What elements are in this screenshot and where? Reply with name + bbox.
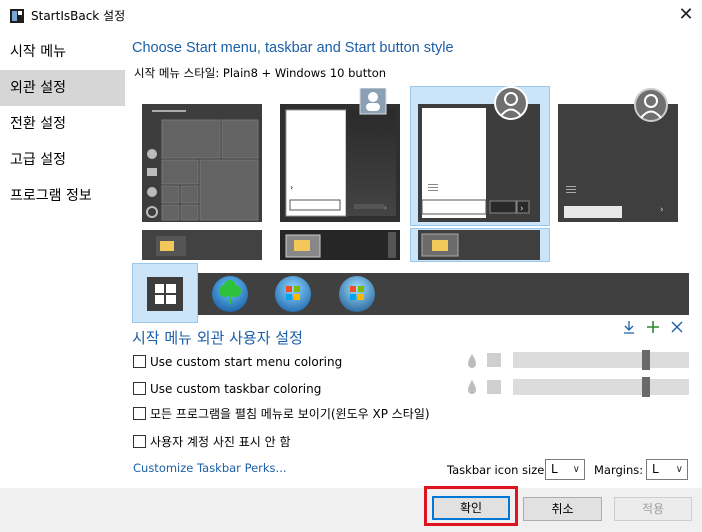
taskbar-preview-windows10[interactable] (142, 230, 262, 260)
style-label: 시작 메뉴 스타일: (134, 66, 220, 80)
style-value: Plain8 + Windows 10 button (222, 66, 387, 80)
svg-text:›: › (520, 204, 524, 214)
windows10-style-preview (142, 104, 262, 222)
sidebar-item-about[interactable]: 프로그램 정보 (0, 178, 125, 214)
slider-thumb[interactable] (642, 377, 650, 397)
slider-thumb[interactable] (642, 350, 650, 370)
select-value: L (652, 462, 659, 476)
margins-label: Margins: (594, 463, 644, 477)
checkbox[interactable] (133, 407, 146, 420)
taskbar-icon-size-select[interactable]: L ∨ (545, 459, 585, 480)
user-avatar-icon (494, 86, 528, 120)
svg-text:›: › (660, 205, 664, 215)
chevron-down-icon: ∨ (675, 464, 683, 475)
option-custom-start-coloring[interactable]: Use custom start menu coloring (133, 354, 342, 372)
windows7-orb-alt-icon[interactable] (339, 276, 375, 312)
option-label: Use custom taskbar coloring (150, 382, 322, 396)
svg-text:›: › (290, 183, 293, 192)
option-hide-user-picture[interactable]: 사용자 계정 사진 표시 안 함 (133, 434, 291, 452)
taskbar-preview-windows7[interactable] (280, 230, 400, 260)
highlight-box (424, 486, 518, 526)
add-icon[interactable] (646, 320, 660, 338)
plain8-style-preview: › (418, 104, 540, 222)
sidebar-item-advanced[interactable]: 고급 설정 (0, 142, 125, 178)
option-custom-taskbar-coloring[interactable]: Use custom taskbar coloring (133, 381, 321, 399)
style-label-row: 시작 메뉴 스타일: Plain8 + Windows 10 button (134, 65, 386, 81)
taskbar-color-swatch[interactable] (487, 380, 501, 394)
appearance-heading: 시작 메뉴 외관 사용자 설정 (132, 329, 303, 347)
checkbox[interactable] (133, 435, 146, 448)
apply-button[interactable]: 적용 (614, 497, 692, 521)
clover-orb-icon[interactable] (212, 276, 248, 312)
style-option-windows10[interactable] (142, 104, 262, 222)
taskbar-icon-size-label: Taskbar icon size: (447, 463, 549, 477)
taskbar-preview-plain8[interactable] (418, 230, 540, 260)
sidebar-item-switching[interactable]: 전환 설정 (0, 106, 125, 142)
option-label: 사용자 계정 사진 표시 안 함 (150, 435, 291, 449)
taskbar-opacity-slider[interactable] (513, 379, 689, 395)
download-icon[interactable] (622, 320, 636, 338)
sidebar-item-start-menu[interactable]: 시작 메뉴 (0, 34, 125, 70)
start-menu-opacity-slider[interactable] (513, 352, 689, 368)
windows7-style-preview: › › (280, 87, 400, 222)
app-icon (9, 8, 25, 24)
close-button[interactable]: ✕ (674, 4, 698, 28)
style-option-plain10[interactable]: › (558, 104, 678, 222)
customize-perks-link[interactable]: Customize Taskbar Perks... (133, 461, 287, 475)
option-label: Use custom start menu coloring (150, 355, 343, 369)
select-value: L (551, 462, 558, 476)
plain10-style-preview: › (558, 104, 678, 222)
sidebar: 시작 메뉴 외관 설정 전환 설정 고급 설정 프로그램 정보 (0, 32, 125, 488)
checkbox[interactable] (133, 382, 146, 395)
remove-icon[interactable] (670, 320, 684, 338)
windows7-orb-icon[interactable] (275, 276, 311, 312)
title-bar: StartIsBack 설정 ✕ (0, 0, 702, 32)
windows10-logo-icon[interactable] (147, 277, 183, 311)
style-option-windows7[interactable]: › › (280, 87, 400, 222)
window-title: StartIsBack 설정 (31, 9, 126, 23)
user-avatar-icon-2 (634, 88, 668, 122)
option-cascading-all-programs[interactable]: 모든 프로그램을 펼침 메뉴로 보이기(윈도우 XP 스타일) (133, 406, 430, 424)
opacity-drop-icon (466, 379, 478, 399)
start-menu-color-swatch[interactable] (487, 353, 501, 367)
margins-select[interactable]: L ∨ (646, 459, 688, 480)
svg-text:›: › (384, 204, 387, 212)
checkbox[interactable] (133, 355, 146, 368)
opacity-drop-icon (466, 353, 478, 373)
cancel-button[interactable]: 취소 (523, 497, 602, 521)
chevron-down-icon: ∨ (572, 464, 580, 475)
option-label: 모든 프로그램을 펼침 메뉴로 보이기(윈도우 XP 스타일) (150, 407, 430, 421)
page-title: Choose Start menu, taskbar and Start but… (132, 40, 454, 56)
style-option-plain8[interactable]: › (418, 104, 540, 222)
sidebar-item-appearance[interactable]: 외관 설정 (0, 70, 125, 106)
